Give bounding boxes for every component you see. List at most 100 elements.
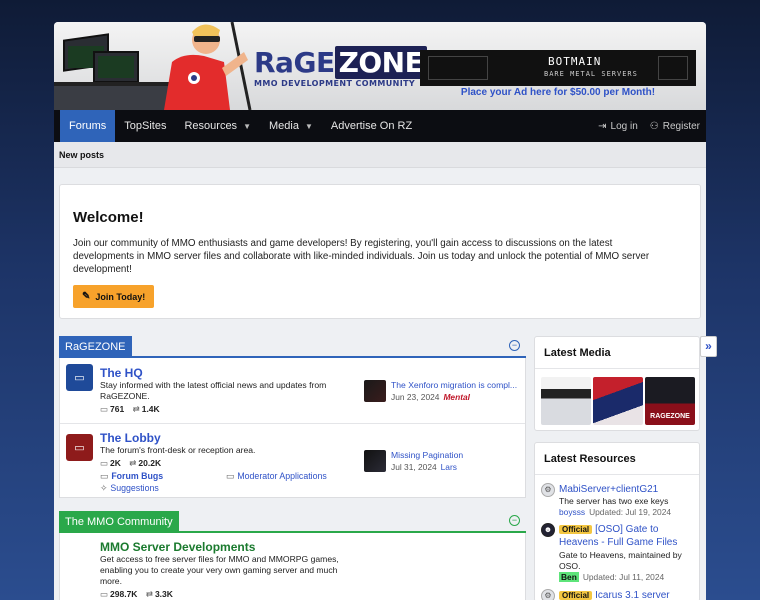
chevron-down-icon[interactable]: ▼ xyxy=(305,122,313,131)
category-title[interactable]: RaGEZONE xyxy=(59,336,132,358)
forum-title[interactable]: The Lobby xyxy=(100,431,161,445)
messages-icon: ⇄ xyxy=(129,458,137,468)
site-logo[interactable]: RaGE ZONE MMO DEVELOPMENT COMMUNITY xyxy=(254,46,428,88)
welcome-notice: Welcome! Join our community of MMO enthu… xyxy=(59,184,701,319)
gear-icon: ⚙ xyxy=(541,589,555,600)
resource-item: ☻ Official [OSO] Gate to Heavens - Full G… xyxy=(541,523,699,583)
last-post-user[interactable]: Lars xyxy=(441,462,457,472)
last-post-title[interactable]: The Xenforo migration is compl... xyxy=(391,380,521,390)
threads-icon: ▭ xyxy=(100,589,109,599)
nav-account: ⇥ Log in ⚇ Register xyxy=(592,110,706,142)
nav-media[interactable]: Media ▼ xyxy=(260,110,322,142)
threads-icon: ▭ xyxy=(100,404,109,414)
nav-topsites[interactable]: TopSites xyxy=(115,110,175,142)
messages-icon: ⇄ xyxy=(145,589,153,599)
resource-meta: Ben Updated: Jul 11, 2024 xyxy=(559,572,665,582)
forum-node-hq: ▭ The HQ Stay informed with the latest o… xyxy=(60,358,525,423)
banner-graphic-right xyxy=(658,56,688,80)
logo-tagline: MMO DEVELOPMENT COMMUNITY xyxy=(254,79,416,88)
ad-link[interactable]: Place your Ad here for $50.00 per Month! xyxy=(420,87,696,98)
category-header-ragezone: RaGEZONE − xyxy=(59,336,526,358)
logo-wordmark: RaGE ZONE xyxy=(254,46,428,79)
subforum-icon: ✧ xyxy=(100,483,108,493)
divider xyxy=(535,474,699,475)
resource-author[interactable]: Ben xyxy=(559,572,579,582)
latest-media-widget: Latest Media RAGEZONE xyxy=(534,336,700,431)
welcome-title: Welcome! xyxy=(73,209,144,226)
resource-title[interactable]: OfficialIcarus 3.1 server files/DB modif… xyxy=(559,589,699,600)
forum-description: Stay informed with the latest official n… xyxy=(100,380,327,401)
resource-title[interactable]: MabiServer+clientG21 xyxy=(559,483,699,496)
banner-title: BOTMAIN xyxy=(548,55,602,68)
official-badge: Official xyxy=(559,591,593,600)
sidebar-expand-icon[interactable]: » xyxy=(700,336,717,357)
register-link[interactable]: ⚇ Register xyxy=(644,110,706,142)
mascot-illustration xyxy=(54,22,252,110)
last-post-meta: Jun 23, 2024 Mental xyxy=(391,392,470,402)
subforum-icon: ▭ xyxy=(226,471,235,481)
last-post-meta: Jul 31, 2024 Lars xyxy=(391,462,457,472)
official-badge: Official xyxy=(559,525,593,534)
page-container: RaGE ZONE MMO DEVELOPMENT COMMUNITY BOTMA… xyxy=(54,22,706,600)
avatar: ☻ xyxy=(541,523,555,537)
edit-icon: ✎ xyxy=(82,291,91,302)
forum-title[interactable]: The HQ xyxy=(100,366,143,380)
main-nav: Forums TopSites Resources ▼ Media ▼ Advert… xyxy=(54,110,706,142)
category-ragezone: ▭ The HQ Stay informed with the latest o… xyxy=(59,358,526,498)
resource-description: Gate to Heavens, maintained by OSO. xyxy=(559,550,682,571)
nav-resources[interactable]: Resources ▼ xyxy=(175,110,260,142)
site-header: RaGE ZONE MMO DEVELOPMENT COMMUNITY BOTMA… xyxy=(54,22,706,110)
forum-description: Get access to free server files for MMO … xyxy=(100,554,339,586)
forum-stats: ▭ 761 ⇄ 1.4K xyxy=(100,404,160,414)
forum-stats: ▭ 2K ⇄ 20.2K xyxy=(100,458,162,468)
subforum-link[interactable]: ▭ Moderator Applications xyxy=(226,471,327,482)
divider xyxy=(535,368,699,369)
user-add-icon: ⚇ xyxy=(649,120,659,132)
threads-icon: ▭ xyxy=(100,458,109,468)
subforum-icon: ▭ xyxy=(100,471,109,481)
login-icon: ⇥ xyxy=(598,120,607,132)
media-thumbnail[interactable] xyxy=(541,377,591,425)
messages-icon: ⇄ xyxy=(132,404,140,414)
last-post-user[interactable]: Mental xyxy=(443,392,470,402)
category-mmo-community: MMO Server Developments Get access to fr… xyxy=(59,533,526,600)
banner-graphic xyxy=(428,56,488,80)
avatar[interactable] xyxy=(364,450,386,472)
forum-chat-icon: ▭ xyxy=(66,434,93,461)
avatar[interactable] xyxy=(364,380,386,402)
new-posts-link[interactable]: New posts xyxy=(59,150,104,160)
collapse-icon[interactable]: − xyxy=(509,340,520,351)
media-thumbnail[interactable] xyxy=(593,377,643,425)
forum-stats: ▭ 298.7K ⇄ 3.3K xyxy=(100,589,173,599)
forum-title[interactable]: MMO Server Developments xyxy=(100,540,255,554)
widget-title: Latest Media xyxy=(544,347,611,359)
sub-nav: New posts xyxy=(54,142,706,168)
resource-title[interactable]: Official [OSO] Gate to Heavens - Full Gam… xyxy=(559,523,699,549)
subforum-link[interactable]: ▭ Forum Bugs xyxy=(100,471,163,482)
resource-meta: boysss Updated: Jul 19, 2024 xyxy=(559,507,672,517)
nav-forums[interactable]: Forums xyxy=(60,110,116,142)
collapse-icon[interactable]: − xyxy=(509,515,520,526)
login-link[interactable]: ⇥ Log in xyxy=(592,110,644,142)
join-today-button[interactable]: ✎ Join Today! xyxy=(73,285,155,308)
resource-item: ⚙ MabiServer+clientG21 The server has tw… xyxy=(541,483,699,519)
nav-advertise[interactable]: Advertise On RZ xyxy=(322,110,421,142)
resource-description: The server has two exe keys xyxy=(559,496,669,506)
forum-node-lobby: ▭ The Lobby The forum's front-desk or re… xyxy=(60,423,525,498)
subforum-link[interactable]: ✧ Suggestions xyxy=(100,483,159,494)
forum-chat-icon: ▭ xyxy=(66,364,93,391)
ad-banner[interactable]: BOTMAIN BARE METAL SERVERS xyxy=(420,50,696,86)
forum-description: The forum's front-desk or reception area… xyxy=(100,445,256,455)
forum-node-server-dev: MMO Server Developments Get access to fr… xyxy=(60,533,525,600)
category-title[interactable]: The MMO Community xyxy=(59,511,179,533)
media-thumbnail[interactable]: RAGEZONE xyxy=(645,377,695,425)
resource-author[interactable]: boysss xyxy=(559,507,585,517)
gear-icon: ⚙ xyxy=(541,483,555,497)
resource-item: ⚙ OfficialIcarus 3.1 server files/DB mod… xyxy=(541,589,699,600)
widget-title: Latest Resources xyxy=(544,453,636,465)
latest-resources-widget: Latest Resources ⚙ MabiServer+clientG21 … xyxy=(534,442,700,600)
welcome-text: Join our community of MMO enthusiasts an… xyxy=(73,238,650,275)
last-post-title[interactable]: Missing Pagination xyxy=(391,450,521,460)
chevron-down-icon[interactable]: ▼ xyxy=(243,122,251,131)
category-header-mmo-community: The MMO Community − xyxy=(59,511,526,533)
